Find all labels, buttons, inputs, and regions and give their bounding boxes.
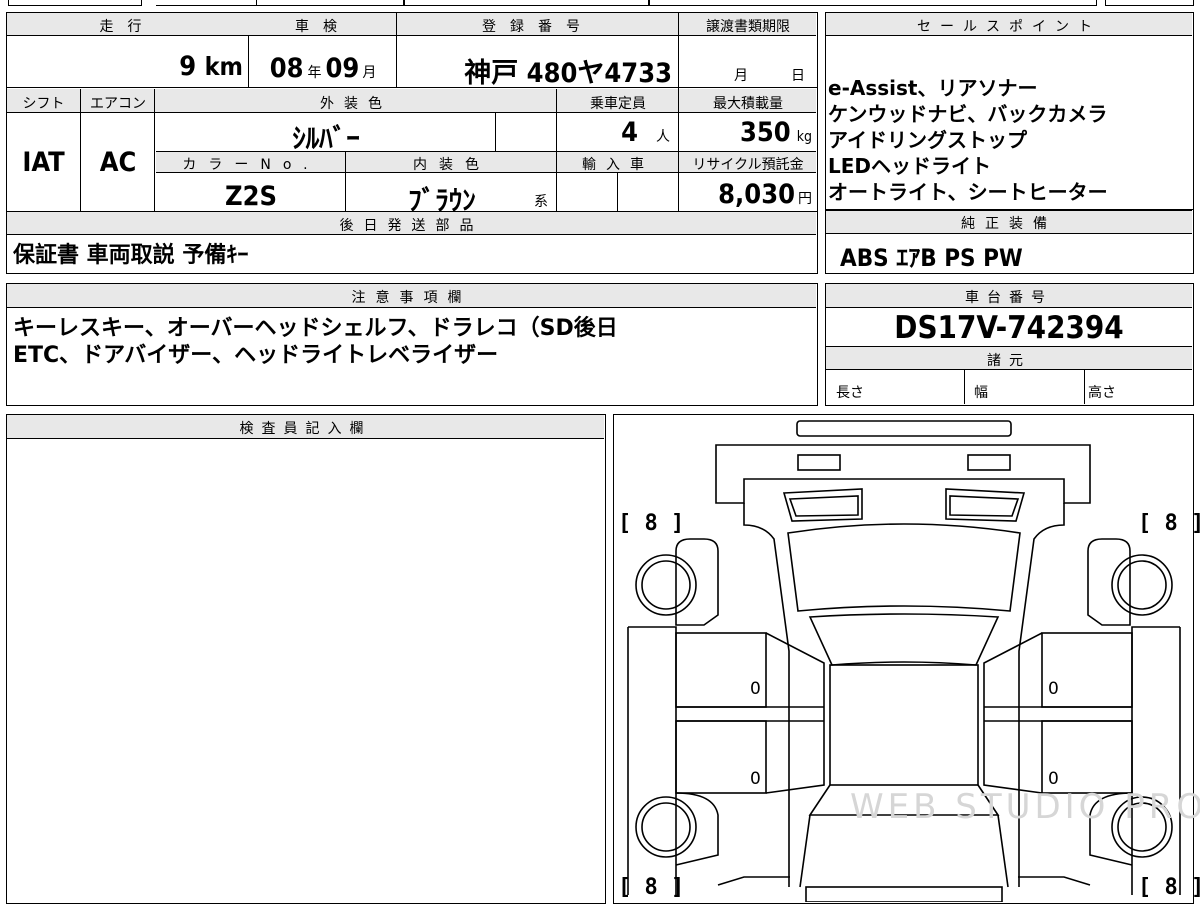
- notes-line: ETC、ドアバイザー、ヘッドライトレベライザー: [13, 343, 499, 368]
- inspection-header: 車検: [295, 19, 351, 35]
- door-mark-rear-right: 0: [1048, 769, 1059, 789]
- aircon-header: エアコン: [90, 96, 146, 112]
- later-shipping-header: 後日発送部品: [339, 218, 484, 234]
- mileage-header: 走行: [99, 19, 156, 35]
- tire-rear-left-mark: [ 8 ]: [618, 875, 685, 900]
- chassis-number-value: DS17V-742394: [894, 310, 1124, 346]
- exterior-color-header: 外装色: [320, 96, 392, 112]
- vehicle-info-table: 走行 車検 登録番号 譲渡書類期限 9 km 08 年 09 月 神戸 480ヤ473…: [6, 12, 818, 274]
- tire-front-left-mark: [ 8 ]: [618, 511, 685, 536]
- chassis-header: 車台番号: [965, 290, 1053, 306]
- interior-color-header: 内装色: [413, 157, 491, 173]
- max-load-value: 350 kg: [739, 117, 812, 148]
- capacity-header: 乗車定員: [590, 96, 646, 112]
- sales-points-header: セールスポイント: [917, 19, 1101, 35]
- sales-point-line: アイドリングストップ: [828, 128, 1027, 152]
- recycle-fee-header: リサイクル預託金: [692, 157, 804, 173]
- tire-rear-right-mark: [ 8 ]: [1138, 875, 1200, 900]
- later-shipping-value: 保証書 車両取説 予備ｷｰ: [13, 243, 249, 268]
- spec-height-label: 高さ: [1088, 385, 1116, 401]
- registration-header: 登録番号: [482, 19, 594, 35]
- notes-box: 注意事項欄 キーレスキー、オーバーヘッドシェルフ、ドラレコ（SD後日 ETC、ド…: [6, 283, 818, 406]
- spec-length-label: 長さ: [836, 385, 864, 401]
- recycle-fee-value: 8,030 円: [718, 179, 812, 210]
- max-load-header: 最大積載量: [713, 96, 783, 112]
- notes-text: キーレスキー、オーバーヘッドシェルフ、ドラレコ（SD後日 ETC、ドアバイザー、…: [13, 315, 618, 369]
- door-mark-front-right: 0: [1048, 679, 1059, 699]
- watermark: WEB STUDIO PRO: [850, 787, 1200, 827]
- standard-equipment-header: 純正装備: [961, 216, 1057, 232]
- notes-line: キーレスキー、オーバーヘッドシェルフ、ドラレコ（SD後日: [13, 316, 618, 341]
- import-header: 輸入車: [582, 157, 654, 173]
- notes-header: 注意事項欄: [351, 290, 472, 306]
- color-no-value: Z2S: [224, 181, 277, 212]
- spec-width-label: 幅: [974, 385, 988, 401]
- standard-equipment-box: 純正装備 ABS ｴｱB PS PW: [825, 210, 1194, 274]
- inspector-header: 検査員記入欄: [239, 421, 372, 437]
- inspector-box: 検査員記入欄: [6, 414, 606, 904]
- registration-number-value: 神戸 480ヤ4733: [464, 58, 672, 89]
- inspection-value: 08 年 09 月: [269, 53, 377, 84]
- transfer-day-unit: 日: [791, 68, 805, 84]
- transfer-month-unit: 月: [734, 68, 748, 84]
- specs-header: 諸元: [987, 353, 1031, 369]
- capacity-value: 4人: [621, 117, 670, 148]
- door-mark-rear-left: 0: [750, 769, 761, 789]
- vehicle-condition-diagram: [ 8 ] [ 8 ] [ 8 ] [ 8 ] 0 0 0 0 WEB STUD…: [613, 414, 1200, 904]
- chassis-box: 車台番号 DS17V-742394 諸元 長さ 幅 高さ: [825, 283, 1194, 406]
- sales-point-line: LEDヘッドライト: [828, 154, 992, 178]
- sales-points-list: e-Assist、リアソナー ケンウッドナビ、バックカメラ アイドリングストップ…: [828, 75, 1108, 205]
- sales-point-line: ケンウッドナビ、バックカメラ: [828, 102, 1108, 126]
- top-edge-remnant: [8, 0, 1194, 6]
- sales-point-line: e-Assist、リアソナー: [828, 76, 1038, 100]
- aircon-value: AC: [99, 147, 137, 178]
- interior-color-suffix: 系: [534, 194, 548, 210]
- car-outline-icon: [627, 420, 1181, 902]
- door-mark-front-left: 0: [750, 679, 761, 699]
- shift-value: IAT: [22, 147, 65, 178]
- standard-equipment-value: ABS ｴｱB PS PW: [840, 244, 1023, 272]
- sales-point-line: オートライト、シートヒーター: [828, 180, 1108, 204]
- sales-points-box: セールスポイント e-Assist、リアソナー ケンウッドナビ、バックカメラ ア…: [825, 12, 1194, 210]
- shift-header: シフト: [22, 96, 65, 112]
- tire-front-right-mark: [ 8 ]: [1138, 511, 1200, 536]
- mileage-value: 9 km: [179, 51, 243, 82]
- color-no-header: カラーNo.: [182, 157, 320, 173]
- transfer-deadline-header: 譲渡書類期限: [706, 19, 790, 35]
